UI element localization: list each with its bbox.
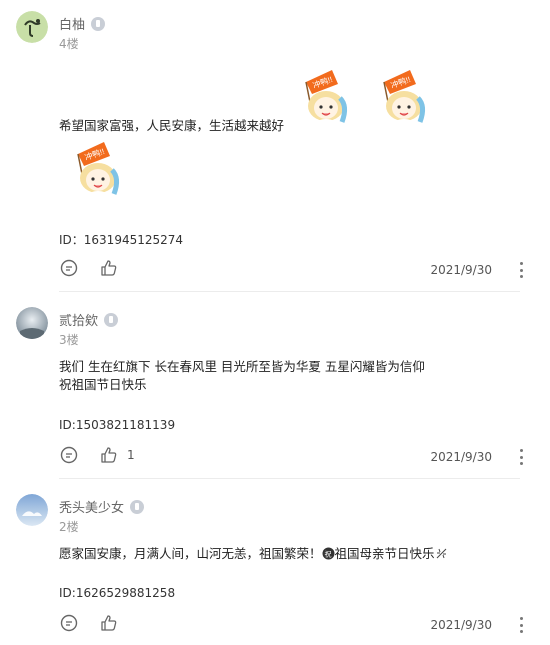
more-vertical-icon[interactable] [518,449,524,465]
comment-text-line: 祝祖国节日快乐 [59,377,147,392]
divider [59,291,520,292]
avatar[interactable] [16,307,48,339]
floor-number: 3楼 [59,333,79,347]
user-id: ID:1503821181139 [59,418,176,432]
user-id: ID:1626529881258 [59,586,176,600]
firework-emoji-icon [436,548,446,559]
floor-number: 2楼 [59,520,79,534]
comment-date: 2021/9/30 [430,450,492,464]
sticker-image: 冲鸭!! [383,70,426,129]
like-count: 1 [127,448,135,462]
comment-date: 2021/9/30 [430,263,492,277]
level-badge-icon [130,499,145,514]
comment-bubble-icon[interactable] [59,445,79,465]
divider [59,478,520,479]
avatar[interactable] [16,11,48,43]
comment-text-after: 祖国母亲节日快乐 [334,546,435,561]
username-text[interactable]: 秃头美少女 [59,497,124,516]
level-badge-icon [91,16,106,31]
avatar[interactable] [16,494,48,526]
more-vertical-icon[interactable] [518,617,524,633]
more-vertical-icon[interactable] [518,262,524,278]
svg-text:祝: 祝 [324,550,331,559]
thumbs-up-icon[interactable] [99,258,119,278]
comment-text-line: 我们 生在红旗下 长在春风里 目光所至皆为华夏 五星闪耀皆为信仰 [59,359,425,374]
level-badge-icon [104,312,119,327]
floor-number: 4楼 [59,37,79,51]
comment-text: 愿家国安康，月满人间，山河无恙，祖国繁荣！祝祖国母亲节日快乐 [59,545,448,563]
user-id: ID：1631945125274 [59,233,184,247]
thumbs-up-icon[interactable] [99,445,119,465]
sticker-image: 冲鸭!! [77,142,120,201]
comment-bubble-icon[interactable] [59,258,79,278]
comment-text-before: 愿家国安康，月满人间，山河无恙，祖国繁荣！ [59,546,322,561]
sticker-image: 冲鸭!! [305,70,348,129]
comment-date: 2021/9/30 [430,618,492,632]
comment-actions: 1 [59,445,135,465]
username-text[interactable]: 贰拾欸 [59,310,98,329]
comment-actions [59,613,119,633]
username[interactable]: 白柚 [59,14,106,33]
username-text[interactable]: 白柚 [59,14,85,33]
username[interactable]: 秃头美少女 [59,497,145,516]
comment-bubble-icon[interactable] [59,613,79,633]
comment-text: 希望国家富强，人民安康，生活越来越好 [59,118,285,133]
comment-actions [59,258,119,278]
thumbs-up-icon[interactable] [99,613,119,633]
celebrate-emoji-icon: 祝 [322,547,335,560]
username[interactable]: 贰拾欸 [59,310,119,329]
